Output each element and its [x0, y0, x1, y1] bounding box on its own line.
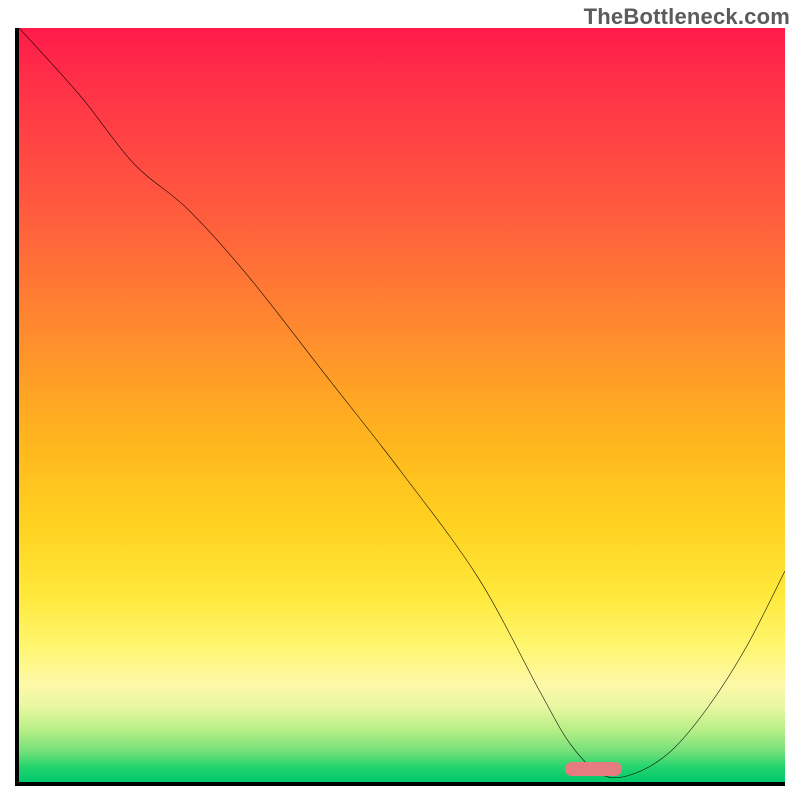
- plot-area: [19, 28, 785, 782]
- salmon-marker: [565, 762, 622, 776]
- watermark-text: TheBottleneck.com: [584, 4, 790, 30]
- chart-container: TheBottleneck.com: [0, 0, 800, 800]
- plot-axes-frame: [15, 28, 785, 786]
- curve-line: [19, 28, 785, 778]
- curve-svg: [19, 28, 785, 782]
